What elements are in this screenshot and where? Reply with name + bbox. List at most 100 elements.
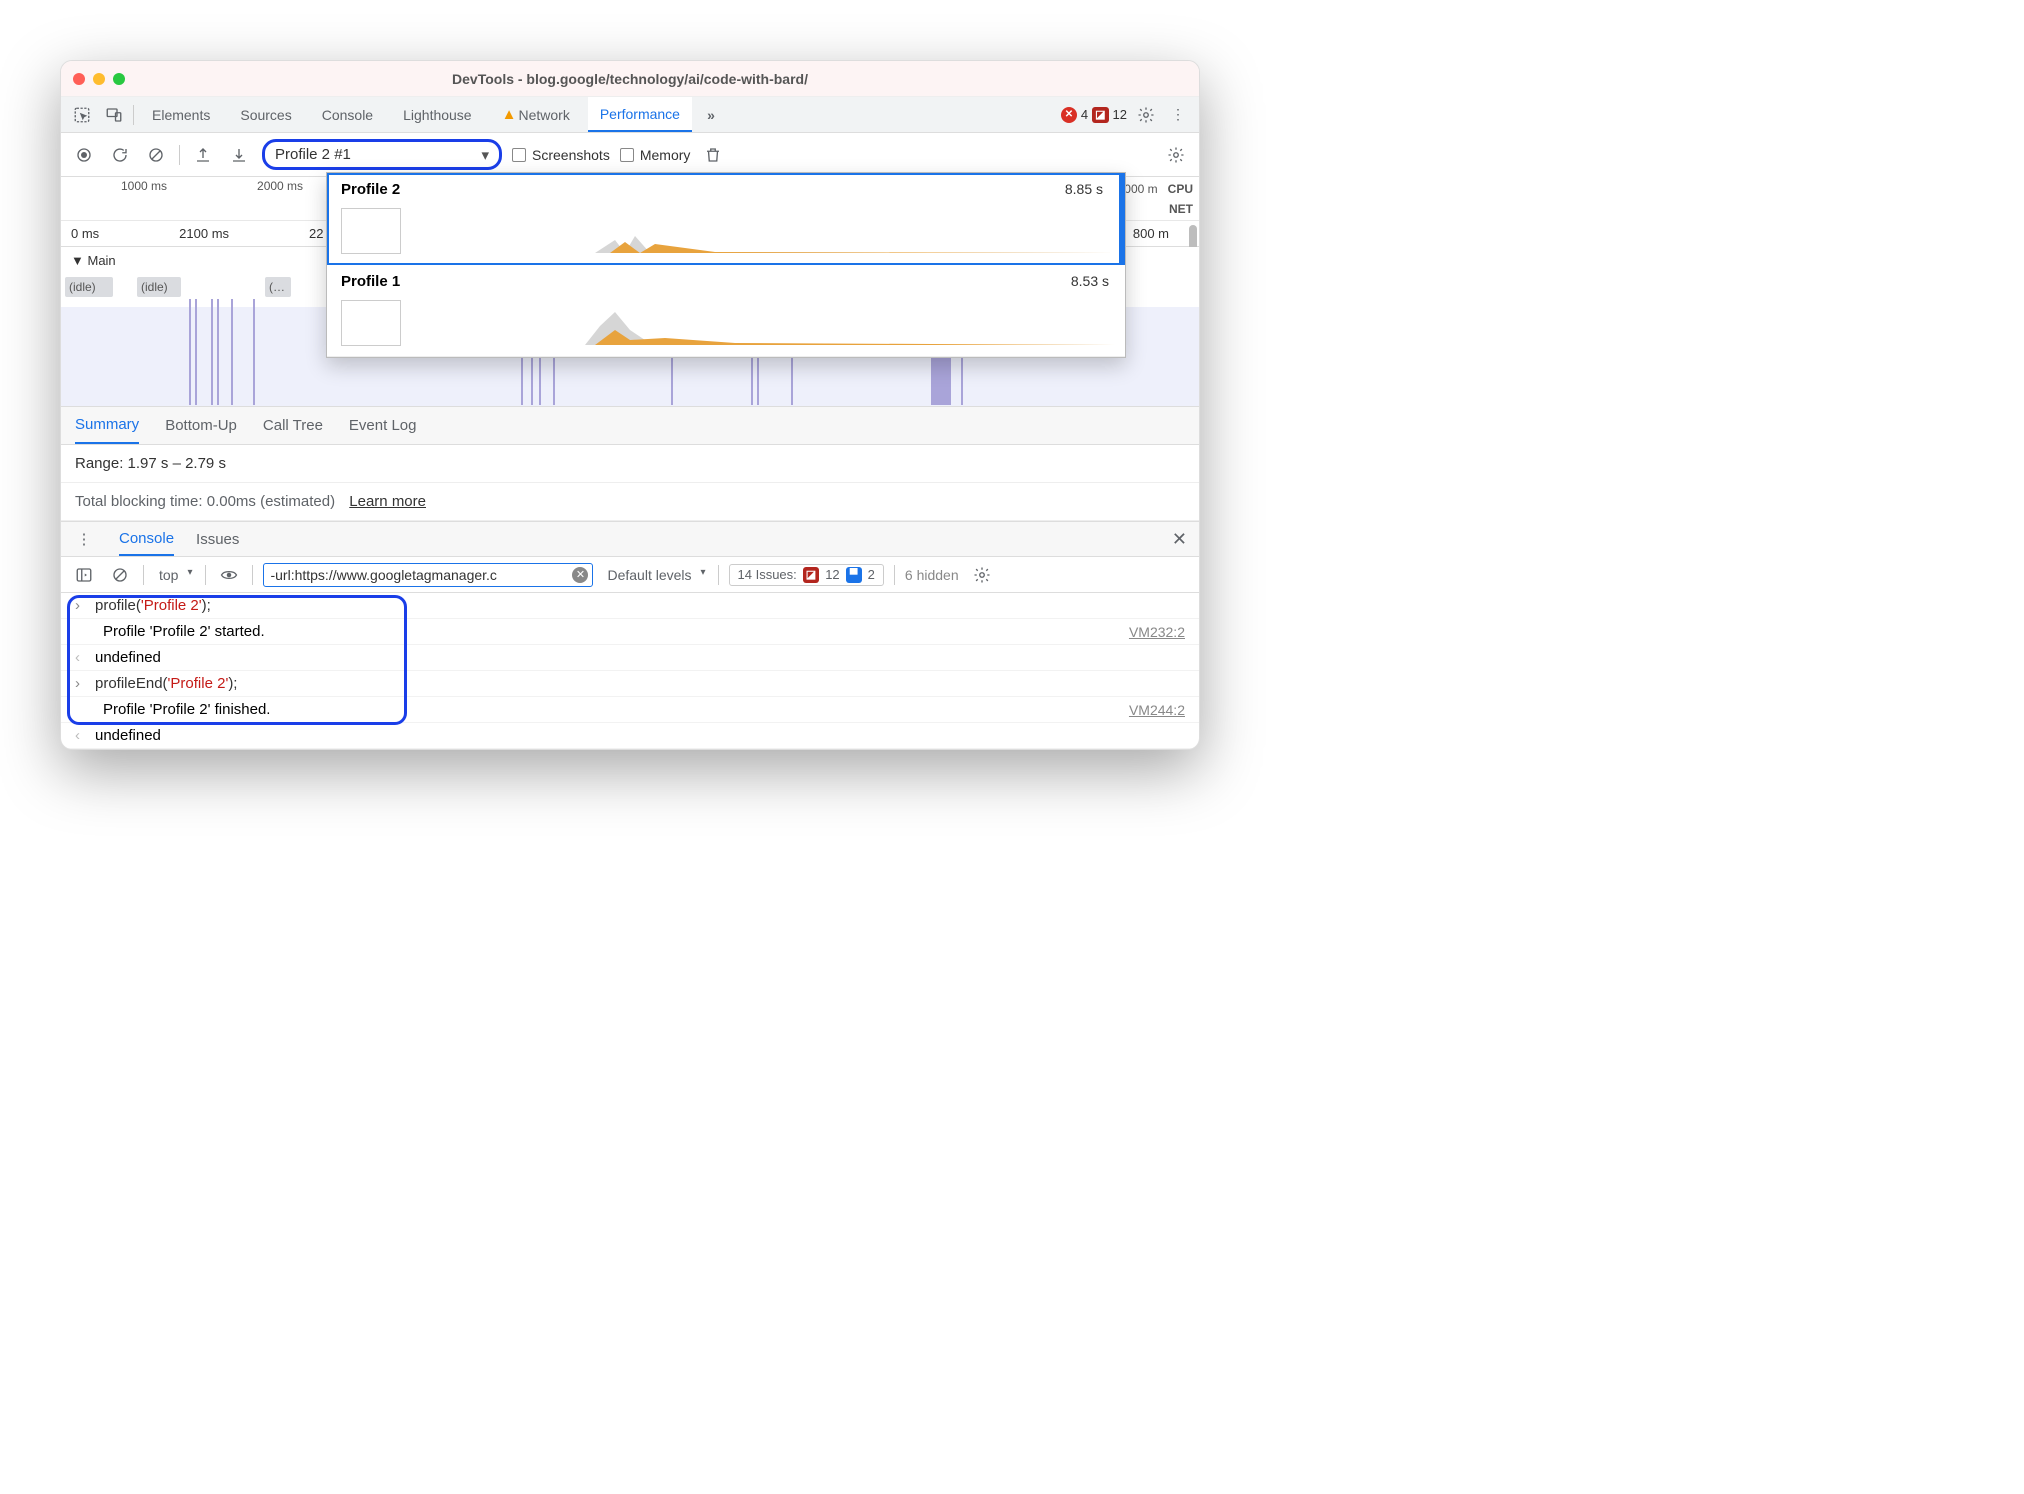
profile-dropdown: Profile 2 8.85 s Profile 1 8.53 s — [326, 172, 1126, 358]
idle-block: (idle) — [137, 277, 181, 297]
hidden-count[interactable]: 6 hidden — [905, 567, 959, 583]
clear-icon[interactable] — [143, 142, 169, 168]
separator — [133, 105, 134, 125]
record-icon[interactable] — [71, 142, 97, 168]
console-output-line: Profile 'Profile 2' finished. VM244:2 — [61, 697, 1199, 723]
issues-label: 14 Issues: — [738, 567, 797, 582]
console-input-line: › profileEnd('Profile 2'); — [61, 671, 1199, 697]
context-label: top — [159, 567, 178, 583]
inspect-icon[interactable] — [69, 102, 95, 128]
console-sidebar-toggle-icon[interactable] — [71, 562, 97, 588]
separator — [894, 565, 895, 585]
blocking-time-row: Total blocking time: 0.00ms (estimated) … — [61, 483, 1199, 521]
profile-thumbnail — [341, 300, 401, 346]
panel-settings-icon[interactable] — [1163, 142, 1189, 168]
truncated-block: (… — [265, 277, 291, 297]
warning-icon: ▲ — [502, 106, 517, 123]
perf-toolbar: Profile 2 #1 Screenshots Memory — [61, 133, 1199, 177]
main-track-label: ▼ Main — [71, 253, 116, 268]
tab-console[interactable]: Console — [310, 97, 385, 132]
net-label: NET — [1118, 199, 1193, 219]
subtab-bottomup[interactable]: Bottom-Up — [165, 417, 237, 434]
live-expression-icon[interactable] — [216, 562, 242, 588]
profile-option[interactable]: Profile 1 8.53 s — [327, 265, 1125, 357]
source-link[interactable]: VM244:2 — [1129, 702, 1185, 718]
download-icon[interactable] — [226, 142, 252, 168]
profile-waveform — [415, 300, 1111, 346]
issue-info-icon: ▀ — [846, 567, 862, 583]
drawer-tab-issues[interactable]: Issues — [196, 531, 239, 548]
filter-value: -url:https://www.googletagmanager.c — [270, 567, 496, 583]
tab-elements[interactable]: Elements — [140, 97, 222, 132]
issue-error-count: 12 — [825, 567, 839, 582]
separator — [143, 565, 144, 585]
tab-lighthouse[interactable]: Lighthouse — [391, 97, 484, 132]
checkbox-icon — [512, 148, 526, 162]
more-tabs-icon[interactable]: » — [698, 102, 724, 128]
subtab-calltree[interactable]: Call Tree — [263, 417, 323, 434]
profile-duration: 8.85 s — [1065, 181, 1103, 197]
ruler-tick: 22 — [309, 226, 323, 241]
console-return-line: ‹ undefined — [61, 723, 1199, 749]
screenshots-checkbox[interactable]: Screenshots — [512, 147, 610, 163]
profile-select[interactable]: Profile 2 #1 — [262, 139, 502, 170]
ruler-tick: 2100 ms — [179, 226, 229, 241]
issue-error-icon: ◪ — [803, 567, 819, 583]
device-toggle-icon[interactable] — [101, 102, 127, 128]
summary-tabbar: Summary Bottom-Up Call Tree Event Log — [61, 407, 1199, 445]
checkbox-icon — [620, 148, 634, 162]
drawer-tabbar: ⋮ Console Issues ✕ — [61, 521, 1199, 557]
prompt-icon: › — [75, 675, 87, 692]
clear-console-icon[interactable] — [107, 562, 133, 588]
subtab-eventlog[interactable]: Event Log — [349, 417, 417, 434]
levels-label: Default levels — [607, 567, 691, 583]
settings-icon[interactable] — [1133, 102, 1159, 128]
memory-label: Memory — [640, 147, 691, 163]
memory-checkbox[interactable]: Memory — [620, 147, 691, 163]
separator — [179, 145, 180, 165]
screenshots-label: Screenshots — [532, 147, 610, 163]
issue-icon: ◪ — [1092, 107, 1108, 123]
issues-pill[interactable]: 14 Issues: ◪ 12 ▀ 2 — [729, 564, 884, 586]
ruler-tick: 800 m — [1133, 226, 1169, 241]
profile-duration: 8.53 s — [1071, 273, 1109, 289]
separator — [205, 565, 206, 585]
close-drawer-icon[interactable]: ✕ — [1172, 529, 1187, 550]
ruler-tick: 0 ms — [71, 226, 99, 241]
profile-option[interactable]: Profile 2 8.85 s — [327, 173, 1125, 265]
separator — [252, 565, 253, 585]
issue-info-count: 2 — [868, 567, 875, 582]
drawer-tab-console[interactable]: Console — [119, 522, 174, 556]
error-count: 4 — [1081, 107, 1088, 122]
blocking-time-text: Total blocking time: 0.00ms (estimated) — [75, 493, 335, 510]
tick-label: 2000 ms — [257, 179, 303, 193]
return-icon: ‹ — [75, 649, 87, 666]
subtab-summary[interactable]: Summary — [75, 407, 139, 444]
profile-name: Profile 1 — [341, 273, 400, 290]
reload-record-icon[interactable] — [107, 142, 133, 168]
drawer-menu-icon[interactable]: ⋮ — [71, 526, 97, 552]
log-levels-select[interactable]: Default levels — [603, 565, 707, 585]
clear-filter-icon[interactable]: ✕ — [572, 567, 588, 583]
titlebar: DevTools - blog.google/technology/ai/cod… — [61, 61, 1199, 97]
tab-network[interactable]: ▲Network — [490, 97, 582, 132]
error-counter[interactable]: ✕4 ◪12 — [1061, 107, 1127, 123]
tab-performance[interactable]: Performance — [588, 97, 692, 132]
learn-more-link[interactable]: Learn more — [349, 493, 426, 510]
context-select[interactable]: top — [154, 564, 195, 586]
console-input-line: › profile('Profile 2'); — [61, 593, 1199, 619]
tick-label: 1000 ms — [121, 179, 167, 193]
issue-count: 12 — [1113, 107, 1127, 122]
kebab-menu-icon[interactable]: ⋮ — [1165, 102, 1191, 128]
upload-icon[interactable] — [190, 142, 216, 168]
tab-sources[interactable]: Sources — [228, 97, 303, 132]
console-output-line: Profile 'Profile 2' started. VM232:2 — [61, 619, 1199, 645]
source-link[interactable]: VM232:2 — [1129, 624, 1185, 640]
console-filter-input[interactable]: -url:https://www.googletagmanager.c ✕ — [263, 563, 593, 587]
profile-waveform — [415, 208, 1105, 254]
trash-icon[interactable] — [700, 142, 726, 168]
tab-network-label: Network — [518, 107, 569, 123]
profile-name: Profile 2 — [341, 181, 400, 198]
cpu-label: CPU — [1168, 182, 1193, 196]
console-settings-icon[interactable] — [969, 562, 995, 588]
